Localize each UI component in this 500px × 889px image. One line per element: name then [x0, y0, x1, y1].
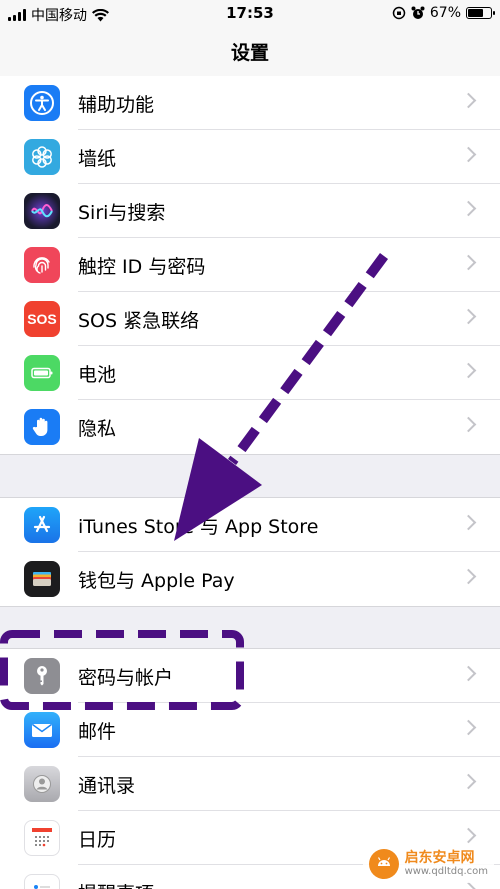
settings-row-label: Siri与搜索: [78, 202, 166, 224]
chevron-right-icon: [460, 362, 477, 379]
chevron-right-icon: [460, 827, 477, 844]
settings-row-passwords-accounts[interactable]: 密码与帐户: [0, 649, 500, 703]
settings-row-battery[interactable]: 电池: [0, 346, 500, 400]
alarm-icon: [411, 6, 425, 19]
settings-row-label: 隐私: [78, 418, 117, 440]
settings-row-touch-id[interactable]: 触控 ID 与密码: [0, 238, 500, 292]
settings-row-label: 提醒事项: [78, 879, 154, 889]
settings-row-label: 辅助功能: [78, 94, 155, 116]
chevron-right-icon: [460, 514, 477, 531]
settings-row-privacy[interactable]: 隐私: [0, 400, 500, 454]
watermark-name: 启东安卓网: [404, 850, 475, 866]
chevron-right-icon: [460, 773, 477, 790]
battery-icon: [466, 7, 495, 19]
app-store-icon: [24, 507, 60, 543]
settings-row-sos[interactable]: SOS SOS 紧急联络: [0, 292, 500, 346]
watermark: 启东安卓网 www.qdltdq.com: [362, 845, 494, 883]
sos-icon: SOS: [24, 301, 60, 337]
chevron-right-icon: [460, 92, 477, 109]
reminders-icon: [24, 874, 60, 889]
watermark-logo-icon: [368, 849, 399, 879]
orientation-lock-icon: [392, 6, 406, 20]
page-title: 设置: [230, 42, 269, 64]
battery-level: [468, 9, 483, 17]
settings-row-label: 通讯录: [78, 775, 136, 797]
siri-icon: [24, 193, 60, 229]
chevron-right-icon: [460, 416, 477, 433]
contacts-icon: [24, 766, 60, 802]
battery-icon: [24, 355, 60, 391]
sos-icon-text: SOS: [27, 311, 57, 327]
chevron-right-icon: [460, 568, 477, 585]
nav-bar: 设置: [0, 28, 500, 78]
settings-row-itunes-app-store[interactable]: iTunes Store 与 App Store: [0, 498, 500, 552]
settings-row-label: 邮件: [78, 721, 117, 743]
chevron-right-icon: [460, 146, 477, 163]
settings-row-label: 钱包与 Apple Pay: [78, 570, 235, 592]
chevron-right-icon: [460, 308, 477, 325]
settings-row-siri[interactable]: Siri与搜索: [0, 184, 500, 238]
chevron-right-icon: [460, 254, 477, 271]
chevron-right-icon: [460, 200, 477, 217]
settings-row-label: 墙纸: [78, 148, 117, 170]
status-bar: 中国移动 17:53 67%: [0, 0, 500, 28]
fingerprint-icon: [24, 247, 60, 283]
mail-icon: [24, 712, 60, 748]
settings-row-wallpaper[interactable]: 墙纸: [0, 130, 500, 184]
settings-group-1: 辅助功能 墙纸 Siri与搜索 触控 ID 与密码 SOS SOS 紧急联络 电…: [0, 76, 500, 455]
settings-row-contacts[interactable]: 通讯录: [0, 757, 500, 811]
settings-row-wallet[interactable]: 钱包与 Apple Pay: [0, 552, 500, 606]
settings-row-label: 触控 ID 与密码: [78, 256, 206, 278]
accessibility-icon: [24, 85, 60, 121]
wallet-icon: [24, 561, 60, 597]
settings-row-accessibility[interactable]: 辅助功能: [0, 76, 500, 130]
chevron-right-icon: [460, 719, 477, 736]
wallpaper-flower-icon: [24, 139, 60, 175]
calendar-icon: [24, 820, 60, 856]
battery-percent: 67%: [429, 5, 461, 21]
hand-icon: [24, 409, 60, 445]
chevron-right-icon: [460, 665, 477, 682]
settings-group-2: iTunes Store 与 App Store 钱包与 Apple Pay: [0, 497, 500, 607]
settings-row-label: 电池: [78, 364, 117, 386]
watermark-url: www.qdltdq.com: [404, 866, 488, 877]
key-icon: [24, 658, 60, 694]
settings-row-label: 密码与帐户: [78, 667, 174, 689]
settings-row-label: SOS 紧急联络: [78, 310, 200, 332]
settings-row-mail[interactable]: 邮件: [0, 703, 500, 757]
settings-row-label: 日历: [78, 829, 117, 851]
settings-row-label: iTunes Store 与 App Store: [78, 516, 319, 538]
